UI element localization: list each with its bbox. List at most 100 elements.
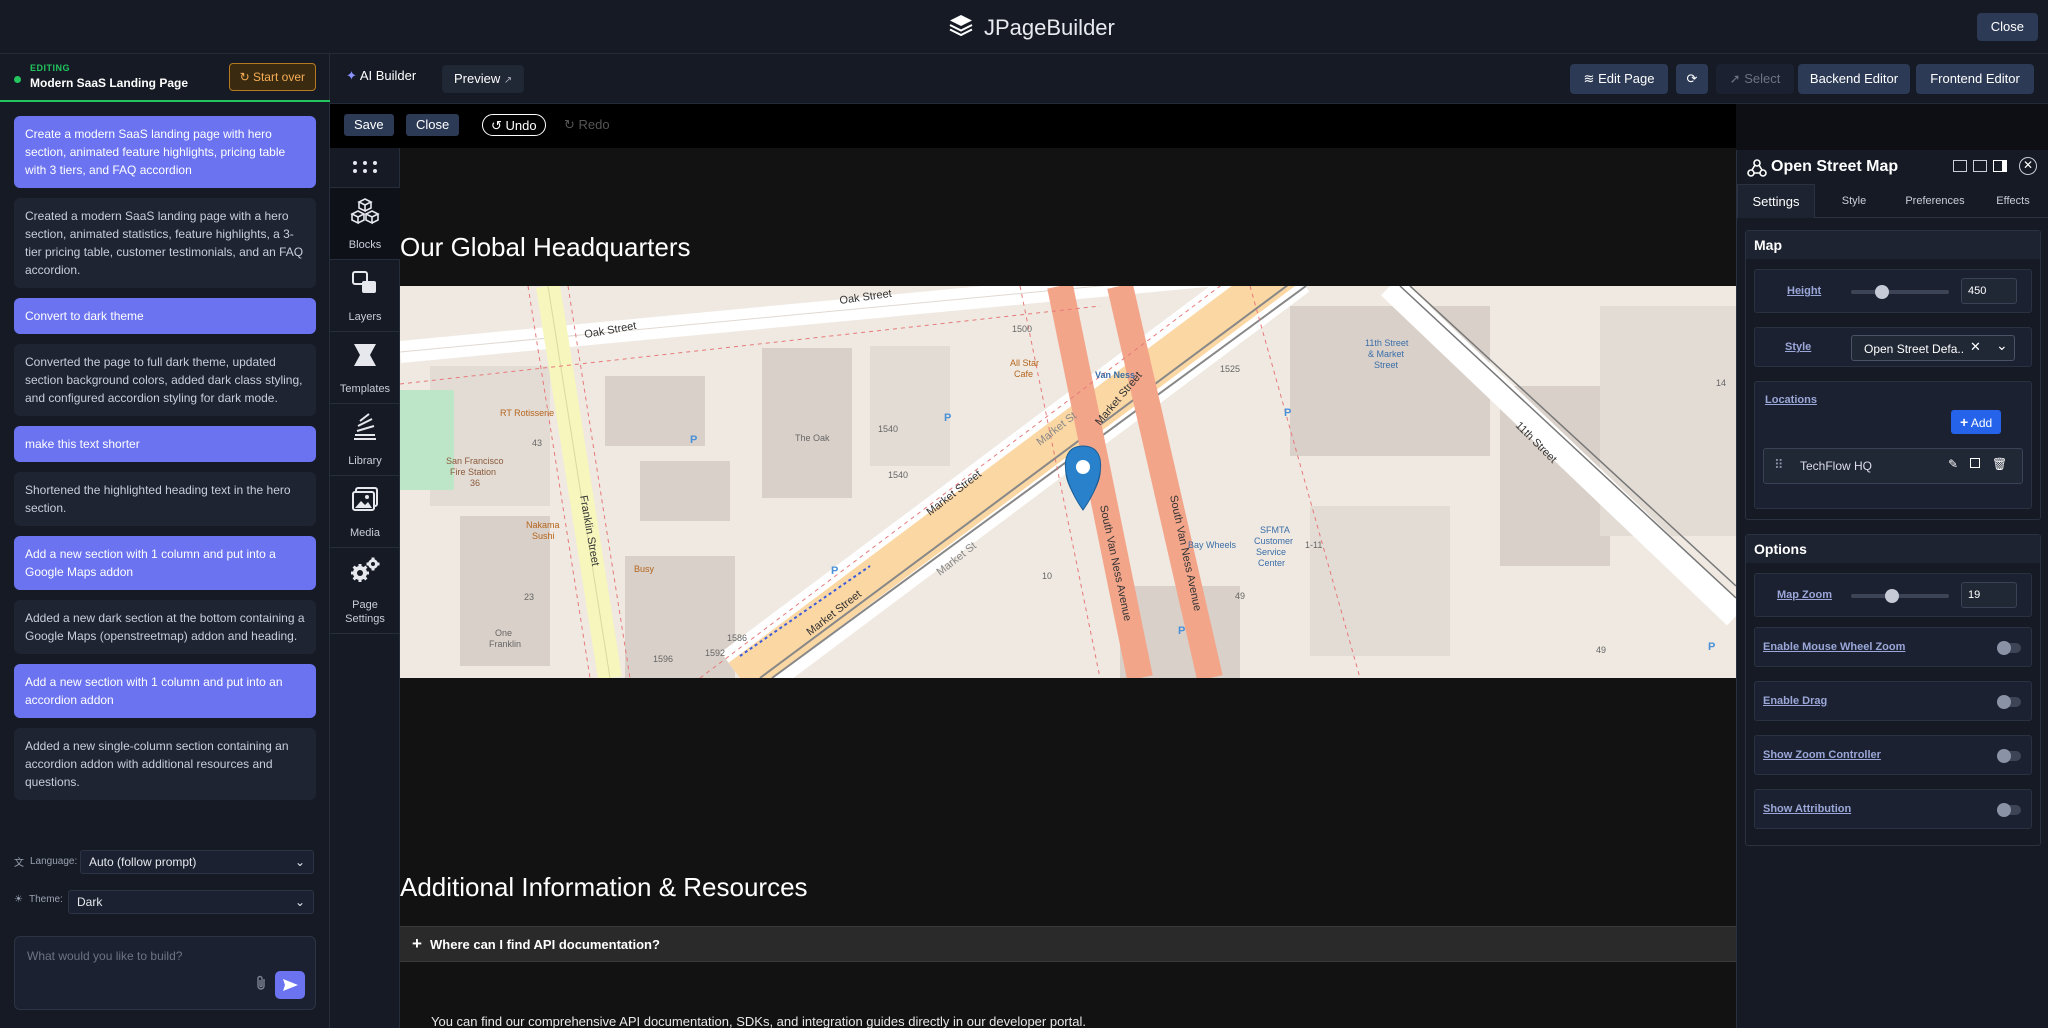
chevron-down-icon[interactable]: ⌄ — [1996, 337, 2008, 354]
canvas-toolbar: Save Close ↺ Undo ↻ Redo — [330, 104, 1736, 148]
sidebar-item-library[interactable]: Library — [330, 404, 400, 476]
attach-icon[interactable] — [255, 975, 267, 995]
edit-page-button[interactable]: ≋ Edit Page — [1570, 64, 1668, 94]
close-editor-button[interactable]: Close — [406, 114, 460, 136]
map-label: 1525 — [1220, 364, 1240, 374]
prompt-input[interactable]: What would you like to build? — [27, 949, 182, 963]
tab-preferences[interactable]: Preferences — [1893, 184, 1977, 218]
frontend-editor-button[interactable]: Frontend Editor — [1916, 64, 2034, 94]
sidebar-item-label: Settings — [345, 613, 385, 625]
language-label: Language: — [30, 856, 78, 867]
start-over-button[interactable]: ↻ Start over — [228, 63, 316, 91]
map-label: Sushi — [532, 531, 555, 541]
slider-handle[interactable] — [1875, 285, 1889, 299]
sidebar-item-label: Blocks — [348, 239, 382, 251]
dock-left-icon[interactable] — [1953, 160, 1967, 172]
chat-message-user: make this text shorter — [14, 426, 316, 462]
section-heading-resources[interactable]: Additional Information & Resources — [400, 872, 808, 903]
clear-icon[interactable]: ✕ — [1970, 339, 1981, 355]
editing-status-dot — [14, 76, 21, 83]
layers-logo-icon — [948, 12, 974, 43]
map-label: Busy — [634, 564, 655, 574]
duplicate-icon[interactable] — [1970, 458, 1980, 468]
parking-icon: P — [1708, 641, 1715, 653]
gears-icon — [351, 557, 380, 582]
add-location-button[interactable]: + Add — [1951, 410, 2002, 434]
section-heading-map[interactable]: Our Global Headquarters — [400, 232, 690, 263]
accordion-question: Where can I find API documentation? — [430, 937, 660, 952]
save-button[interactable]: Save — [344, 114, 394, 136]
trash-icon[interactable]: 🗑 — [1992, 457, 2007, 471]
map-label: 1596 — [653, 654, 673, 664]
plus-icon: + — [412, 934, 422, 953]
drag-handle[interactable] — [330, 148, 400, 188]
theme-value: Dark — [77, 895, 103, 909]
height-slider[interactable] — [1851, 285, 1949, 299]
panel-title: Open Street Map — [1771, 158, 1899, 175]
dock-right-icon[interactable] — [1993, 160, 2007, 172]
sidebar-item-blocks[interactable]: Blocks — [330, 188, 400, 260]
sidebar-item-layers[interactable]: Layers — [330, 260, 400, 332]
map-tiles[interactable]: Oak Street Oak Street Franklin Street Ma… — [400, 286, 1736, 678]
sidebar-item-label: Templates — [339, 383, 391, 395]
edit-icon[interactable]: ✎ — [1948, 457, 1958, 471]
toggle-label: Show Zoom Controller — [1763, 749, 1881, 761]
style-select[interactable]: Open Street Defa.. ✕ ⌄ — [1851, 335, 2015, 361]
page-canvas[interactable]: Our Global Headquarters Oak Street Oak S… — [400, 148, 1736, 1028]
toggle-field: Show Zoom Controller — [1754, 735, 2032, 775]
sidebar-item-label: Page — [352, 599, 378, 611]
tab-effects[interactable]: Effects — [1977, 184, 2048, 218]
prompt-box[interactable]: What would you like to build? — [14, 936, 316, 1010]
tab-settings[interactable]: Settings — [1737, 184, 1815, 218]
undo-icon: ↺ — [491, 118, 502, 133]
chevron-down-icon: ⌄ — [294, 895, 305, 909]
chat-messages[interactable]: Create a modern SaaS landing page with h… — [14, 116, 316, 810]
slider-handle[interactable] — [1885, 589, 1899, 603]
sidebar-item-page-settings[interactable]: Page Settings — [330, 548, 400, 634]
toggle-field: Show Attribution — [1754, 789, 2032, 829]
refresh-icon: ⟳ — [1686, 71, 1698, 86]
addon-sidebar: Blocks Layers Templates Library Media Pa… — [330, 148, 400, 1028]
parking-icon: P — [690, 434, 697, 446]
open-street-map[interactable]: Oak Street Oak Street Franklin Street Ma… — [400, 286, 1736, 678]
sidebar-item-templates[interactable]: Templates — [330, 332, 400, 404]
redo-label: Redo — [578, 117, 610, 132]
select-button[interactable]: ➚ Select — [1716, 64, 1794, 94]
float-panel-icon[interactable] — [1973, 160, 1987, 172]
undo-button[interactable]: ↺ Undo — [482, 114, 546, 136]
close-builder-button[interactable]: Close — [1976, 13, 2038, 41]
map-label: Cafe — [1014, 369, 1033, 379]
toggle-label: Enable Mouse Wheel Zoom — [1763, 641, 1906, 653]
sidebar-item-media[interactable]: Media — [330, 476, 400, 548]
theme-select[interactable]: Dark ⌄ — [68, 890, 314, 914]
location-item[interactable]: ⠿ TechFlow HQ ✎ 🗑 — [1763, 448, 2023, 484]
close-panel-icon[interactable]: ✕ — [2019, 157, 2037, 175]
dots-grid-icon — [353, 161, 377, 173]
language-select[interactable]: Auto (follow prompt) ⌄ — [80, 850, 314, 874]
ai-builder-tab[interactable]: ✦ AI Builder — [346, 68, 416, 84]
mouse-wheel-zoom-toggle[interactable] — [1997, 641, 2021, 655]
refresh-button[interactable]: ⟳ — [1676, 64, 1708, 94]
drag-toggle[interactable] — [1997, 695, 2021, 709]
app-name: JPageBuilder — [984, 14, 1115, 40]
height-field: Height 450 — [1754, 269, 2032, 313]
accordion-item-header[interactable]: + Where can I find API documentation? — [400, 926, 1736, 962]
height-input[interactable]: 450 — [1961, 278, 2017, 304]
chat-message-ai: Shortened the highlighted heading text i… — [14, 472, 316, 526]
backend-editor-button[interactable]: Backend Editor — [1798, 64, 1910, 94]
send-button[interactable] — [275, 971, 305, 999]
map-label: SFMTA — [1260, 525, 1290, 535]
parking-icon: P — [1284, 407, 1291, 419]
redo-button[interactable]: ↻ Redo — [554, 114, 620, 136]
tab-style[interactable]: Style — [1815, 184, 1893, 218]
chat-message-ai: Created a modern SaaS landing page with … — [14, 198, 316, 288]
map-zoom-input[interactable]: 19 — [1961, 582, 2017, 608]
map-label: Fire Station — [450, 467, 496, 477]
page-title: Modern SaaS Landing Page — [30, 76, 189, 90]
zoom-controller-toggle[interactable] — [1997, 749, 2021, 763]
drag-handle-icon[interactable]: ⠿ — [1774, 457, 1784, 473]
attribution-toggle[interactable] — [1997, 803, 2021, 817]
preview-label: Preview — [454, 71, 501, 86]
map-zoom-slider[interactable] — [1851, 589, 1949, 603]
preview-button[interactable]: Preview ↗ — [442, 65, 525, 93]
